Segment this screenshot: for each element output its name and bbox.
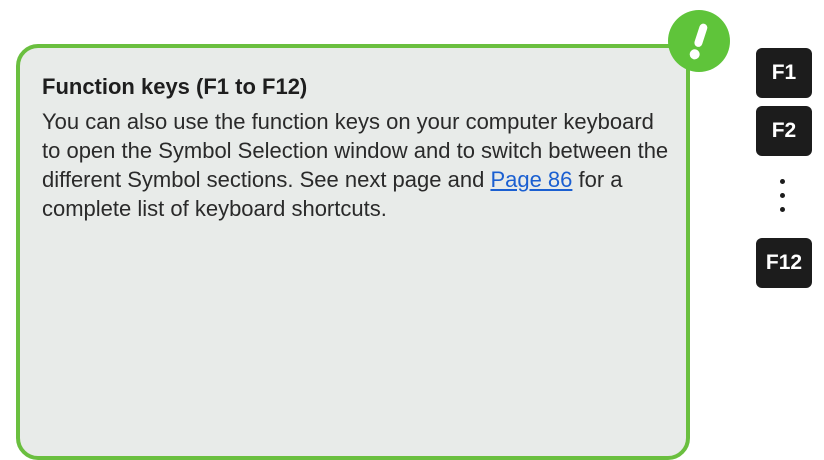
f1-key: F1 bbox=[756, 48, 812, 98]
f2-key: F2 bbox=[756, 106, 812, 156]
tip-body-text: You can also use the function keys on yo… bbox=[42, 107, 672, 223]
page-reference-link[interactable]: Page 86 bbox=[490, 167, 572, 192]
f12-key: F12 bbox=[756, 238, 812, 288]
alert-badge bbox=[668, 10, 730, 72]
tip-title: Function keys (F1 to F12) bbox=[42, 74, 308, 99]
exclamation-icon bbox=[689, 23, 708, 60]
vertical-ellipsis-icon bbox=[780, 179, 788, 223]
